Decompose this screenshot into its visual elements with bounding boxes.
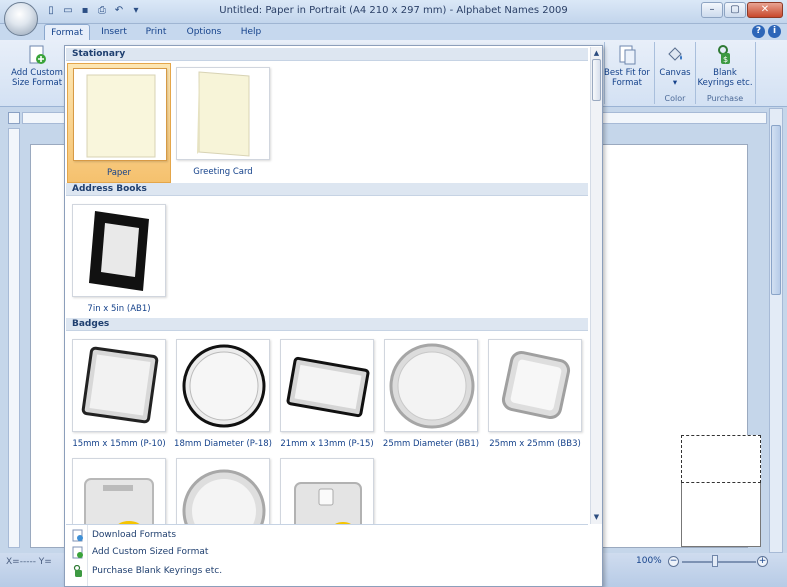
gallery-footer-menu: Download Formats Add Custom Sized Format…	[66, 524, 588, 586]
blank-keyrings-label: Blank Keyrings etc.	[697, 68, 753, 88]
format-item-greeting-card[interactable]: Greeting Card	[171, 63, 275, 183]
greeting-card-thumbnail	[197, 71, 250, 157]
format-item-label: Paper	[106, 168, 132, 178]
section-badges: Badges	[66, 318, 588, 331]
minimize-button[interactable]: –	[701, 2, 723, 18]
round-badge-thumbnail	[389, 343, 475, 429]
format-item-badge-bb1[interactable]: 25mm Diameter (BB1)	[379, 335, 483, 455]
download-formats-item[interactable]: Download Formats	[66, 527, 602, 544]
format-item-badge-p18[interactable]: 18mm Diameter (P-18)	[171, 335, 275, 455]
add-custom-sized-format-item[interactable]: Add Custom Sized Format	[66, 544, 602, 561]
gallery-scrollbar[interactable]: ▲ ▼	[590, 47, 602, 524]
zoom-in-button[interactable]: +	[757, 556, 768, 567]
window-title: Untitled: Paper in Portrait (A4 210 x 29…	[219, 5, 568, 16]
zoom-slider-knob[interactable]	[712, 555, 719, 567]
vertical-ruler	[8, 128, 20, 548]
maximize-button[interactable]: ▢	[724, 2, 746, 18]
info-icon[interactable]: i	[768, 25, 781, 38]
scroll-down-icon[interactable]: ▼	[591, 512, 602, 522]
square-badge-thumbnail	[81, 346, 159, 424]
help-controls: ? i	[752, 25, 781, 38]
zoom-level: 100%	[636, 556, 662, 566]
round-badge-thumbnail	[182, 344, 266, 428]
ruler-toggle[interactable]	[8, 112, 20, 124]
format-item-label: Greeting Card	[193, 167, 253, 177]
square-badge-thumbnail	[501, 350, 571, 420]
format-item-label: 18mm Diameter (P-18)	[174, 439, 272, 449]
format-item-label: 21mm x 13mm (P-15)	[280, 439, 374, 449]
address-book-thumbnail	[89, 211, 149, 291]
format-item-label: 15mm x 15mm (P-10)	[72, 439, 166, 449]
download-icon	[72, 529, 83, 542]
ribbon-group-color: Color	[664, 94, 686, 103]
close-button[interactable]: ✕	[747, 2, 783, 18]
tab-format[interactable]: Format	[44, 24, 90, 40]
scroll-up-icon[interactable]: ▲	[591, 48, 602, 58]
best-fit-label: Best Fit for Format	[604, 68, 650, 88]
application-button[interactable]	[4, 2, 38, 36]
format-outline-bottom	[681, 483, 761, 547]
best-fit-icon	[619, 45, 636, 65]
paper-thumbnail	[86, 74, 156, 158]
cursor-coordinates: X=----- Y=	[6, 557, 52, 567]
ribbon-tabs: Format Insert Print Options Help	[0, 24, 787, 40]
tab-insert[interactable]: Insert	[94, 24, 134, 40]
format-item-label: 25mm x 25mm (BB3)	[489, 439, 581, 449]
add-custom-format-label: Add Custom Size Format	[11, 68, 63, 88]
canvas-label: Canvas	[659, 68, 691, 78]
ribbon-group-purchase: Purchase	[706, 94, 744, 103]
format-item-label: 25mm Diameter (BB1)	[382, 439, 480, 449]
blank-keyrings-button[interactable]: $ Blank Keyrings etc.	[697, 44, 753, 88]
keyring-icon	[73, 565, 82, 577]
rectangle-badge-thumbnail	[286, 356, 370, 418]
keyring-icon: $	[718, 45, 730, 64]
title-bar: ▯ ▭ ▪ ⎙ ↶ ▾ Untitled: Paper in Portrait …	[0, 0, 787, 24]
add-page-icon	[72, 546, 83, 559]
tab-options[interactable]: Options	[180, 24, 228, 40]
zoom-slider[interactable]	[682, 561, 756, 563]
format-item-badge-bb3[interactable]: 25mm x 25mm (BB3)	[483, 335, 587, 455]
canvas-button[interactable]: Canvas ▾	[656, 44, 694, 88]
svg-text:$: $	[723, 55, 728, 64]
format-item-badge-p15[interactable]: 21mm x 13mm (P-15)	[275, 335, 379, 455]
format-outline-top	[681, 435, 761, 483]
section-address-books: Address Books	[66, 183, 588, 196]
window-controls: – ▢ ✕	[701, 2, 783, 18]
help-icon[interactable]: ?	[752, 25, 765, 38]
section-stationary: Stationary	[66, 48, 588, 61]
format-gallery: Stationary Paper Greeting Card Address B…	[64, 45, 603, 587]
best-fit-button[interactable]: Best Fit for Format	[602, 44, 652, 88]
paint-bucket-icon	[668, 47, 682, 61]
purchase-keyrings-item[interactable]: Purchase Blank Keyrings etc.	[66, 563, 602, 580]
tab-help[interactable]: Help	[234, 24, 268, 40]
scroll-thumb[interactable]	[771, 125, 781, 295]
add-custom-format-button[interactable]: Add Custom Size Format	[8, 44, 66, 88]
canvas-dropdown-icon: ▾	[672, 78, 678, 88]
format-item-badge-p10[interactable]: 15mm x 15mm (P-10)	[67, 335, 171, 455]
format-item-address-book[interactable]: 7in x 5in (AB1)	[67, 200, 171, 320]
format-item-paper[interactable]: Paper	[67, 63, 171, 183]
gallery-scroll-thumb[interactable]	[592, 59, 601, 101]
format-item-label: 7in x 5in (AB1)	[87, 304, 151, 314]
vertical-scrollbar[interactable]	[769, 108, 783, 553]
zoom-out-button[interactable]: −	[668, 556, 679, 567]
tab-print[interactable]: Print	[138, 24, 174, 40]
add-page-icon	[29, 45, 46, 64]
